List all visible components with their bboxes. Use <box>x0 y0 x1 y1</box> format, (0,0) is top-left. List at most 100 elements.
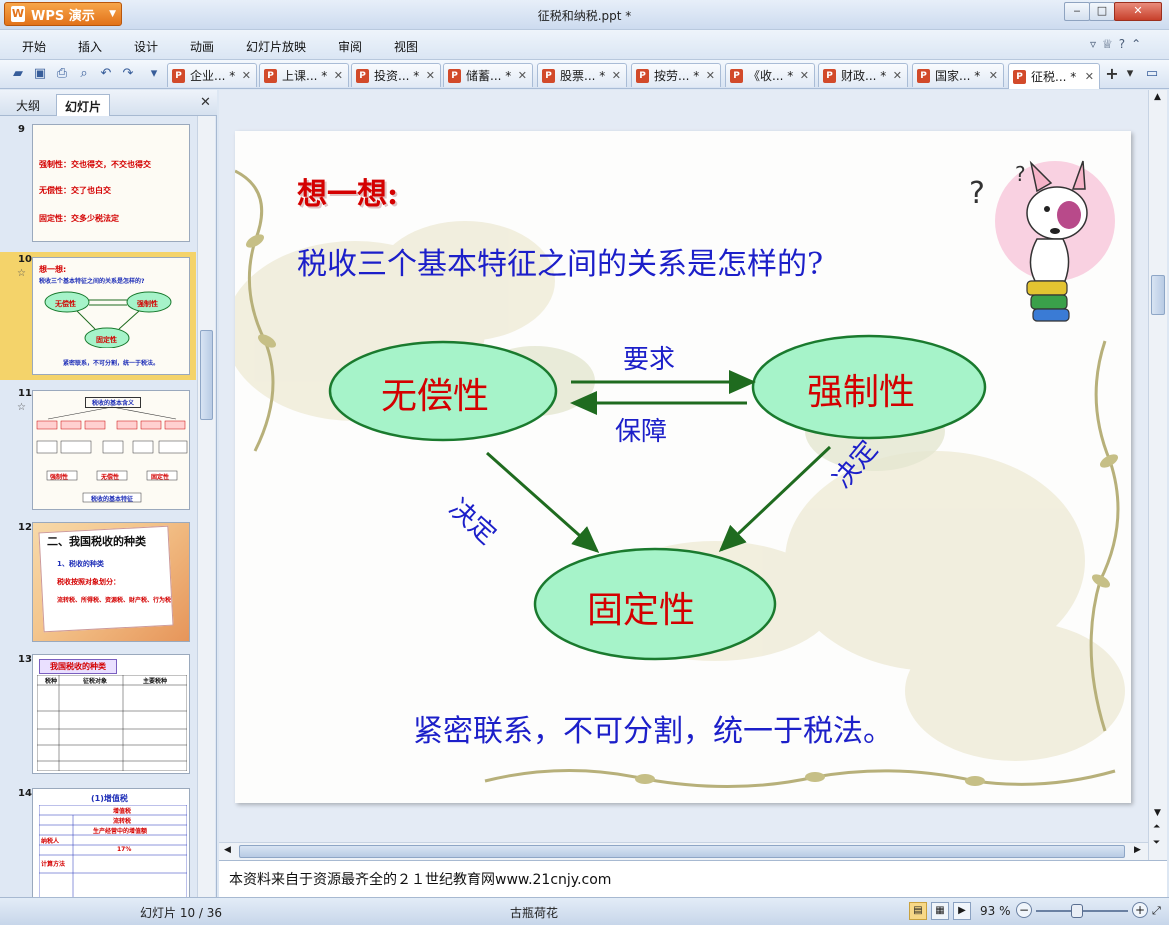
close-tab-icon[interactable]: ✕ <box>989 69 998 82</box>
thumbnail-item[interactable]: 13 我国税收的种类 税种 征税对象 主要税种 <box>0 652 196 780</box>
doc-tab-10-active[interactable]: P 征税... * ✕ <box>1008 63 1100 89</box>
chevron-down-icon[interactable]: ▿ <box>1090 37 1102 51</box>
close-tab-icon[interactable]: ✕ <box>1085 70 1094 83</box>
close-tab-icon[interactable]: ✕ <box>242 69 251 82</box>
help-icon[interactable]: ? <box>1119 37 1131 51</box>
next-slide-icon[interactable]: ⏷ <box>1153 838 1160 848</box>
tab-slides[interactable]: 幻灯片 <box>56 94 111 116</box>
maximize-button[interactable]: □ <box>1089 2 1115 21</box>
new-tab-icon[interactable]: + <box>1104 66 1120 82</box>
toolbar-dropdown-icon[interactable]: ▾ <box>146 66 162 82</box>
doc-tab-1[interactable]: P 企业... * ✕ <box>167 63 257 87</box>
close-tab-icon[interactable]: ✕ <box>800 69 809 82</box>
close-tab-icon[interactable]: ✕ <box>426 69 435 82</box>
collapse-icon[interactable]: ⌃ <box>1131 37 1147 51</box>
menu-insert[interactable]: 插入 <box>78 38 102 55</box>
layout-icon[interactable]: ▭ <box>1144 66 1160 82</box>
open-folder-icon[interactable]: ▰ <box>10 66 26 82</box>
thumbnail-text: 无偿性：交了也白交 <box>39 186 111 195</box>
status-bar: 幻灯片 10 / 36 古瓶荷花 ▤ ▦ ▶ 93 % − + ⤢ <box>0 897 1169 925</box>
print-preview-icon[interactable]: ⌕ <box>76 66 92 82</box>
print-icon[interactable]: ⎙ <box>54 66 70 82</box>
normal-view-button[interactable]: ▤ <box>909 902 927 920</box>
close-tab-icon[interactable]: ✕ <box>893 69 902 82</box>
thumbnail-number: 10 <box>18 254 32 265</box>
skin-icon[interactable]: ♕ <box>1102 37 1119 51</box>
fit-window-icon[interactable]: ⤢ <box>1152 904 1161 918</box>
thumbnail-item-selected[interactable]: 10 ☆ 想一想: 税收三个基本特征之间的关系是怎样的? 无偿性 强制性 固定性… <box>0 252 196 380</box>
arrow-decide-right <box>718 445 832 553</box>
slide-panel: 大纲 幻灯片 ✕ 9 强制性：交也得交，不交也得交 无偿性：交了也白交 固定性：… <box>0 90 217 897</box>
menu-right-icons: ▿♕?⌃ <box>1090 37 1147 51</box>
close-window-button[interactable]: ✕ <box>1114 2 1162 21</box>
doc-tab-2[interactable]: P 上课... * ✕ <box>259 63 349 87</box>
undo-icon[interactable]: ↶ <box>98 66 114 82</box>
thumbnail-slide-14[interactable]: (1)增值税 增值税 流转税 生产经营中的增值额 纳税人 17% 计算方法 <box>32 788 190 897</box>
close-tab-icon[interactable]: ✕ <box>518 69 527 82</box>
scroll-down-icon[interactable]: ▼ <box>1154 808 1161 818</box>
arrow-decide-left <box>486 451 600 553</box>
thumbnail-text: 强制性 <box>50 474 69 481</box>
scroll-up-icon[interactable]: ▲ <box>1154 92 1161 102</box>
thumbnail-slide-13[interactable]: 我国税收的种类 税种 征税对象 主要税种 <box>32 654 190 774</box>
menu-review[interactable]: 审阅 <box>338 38 362 55</box>
thumbnail-slide-11[interactable]: 税收的基本含义 强制性 无偿性 固定性 税收的基本特征 <box>32 390 190 510</box>
notes-text[interactable]: 本资料来自于资源最齐全的２１世纪教育网www.21cnjy.com <box>229 869 611 889</box>
panel-scrollbar[interactable] <box>197 116 215 897</box>
close-tab-icon[interactable]: ✕ <box>334 69 343 82</box>
save-icon[interactable]: ▣ <box>32 66 48 82</box>
thumbnail-text: 想一想: <box>39 265 67 274</box>
menu-view[interactable]: 视图 <box>394 38 418 55</box>
thumbnail-text: 无偿性 <box>101 474 120 481</box>
menu-slideshow[interactable]: 幻灯片放映 <box>246 38 306 55</box>
minimize-button[interactable]: ‒ <box>1064 2 1090 21</box>
scroll-left-icon[interactable]: ◀ <box>224 845 231 855</box>
node-wuchangxing: 无偿性 <box>381 376 490 417</box>
tab-list-icon[interactable]: ▾ <box>1122 66 1138 82</box>
editor-horizontal-scrollbar[interactable]: ◀ ▶ <box>219 842 1148 860</box>
zoom-in-button[interactable]: + <box>1132 902 1148 918</box>
editor-scroll-thumb[interactable] <box>1151 275 1165 315</box>
ppt-file-icon: P <box>730 68 743 83</box>
thumbnail-text: 无偿性 <box>55 300 76 308</box>
thumbnail-text: 流转税 <box>113 818 132 825</box>
close-panel-icon[interactable]: ✕ <box>200 95 211 110</box>
ppt-file-icon: P <box>542 68 555 83</box>
thumbnail-item[interactable]: 11 ☆ 税收的基本含义 强制性 无偿性 固定性 税收的基本特征 <box>0 386 196 514</box>
thumbnail-item[interactable]: 9 强制性：交也得交，不交也得交 无偿性：交了也白交 固定性：交多少税法定 <box>0 122 196 244</box>
thumbnail-text: 紧密联系，不可分割，统一于税法。 <box>63 360 160 367</box>
doc-tab-7[interactable]: P 《收... * ✕ <box>725 63 815 87</box>
previous-slide-icon[interactable]: ⏶ <box>1153 822 1160 832</box>
thumbnail-item[interactable]: 12 二、我国税收的种类 1、税收的种类 税收按照对象划分： 流转税、所得税、资… <box>0 520 196 646</box>
ppt-file-icon: P <box>1013 69 1026 84</box>
slide-sorter-view-button[interactable]: ▦ <box>931 902 949 920</box>
menu-design[interactable]: 设计 <box>134 38 158 55</box>
label-guarantee: 保障 <box>615 417 668 447</box>
panel-scroll-thumb[interactable] <box>200 330 213 420</box>
horizontal-scroll-thumb[interactable] <box>239 845 1125 858</box>
doc-tab-6[interactable]: P 按劳... * ✕ <box>631 63 721 87</box>
thumbnail-slide-12[interactable]: 二、我国税收的种类 1、税收的种类 税收按照对象划分： 流转税、所得税、资源税、… <box>32 522 190 642</box>
notes-pane[interactable]: 本资料来自于资源最齐全的２１世纪教育网www.21cnjy.com <box>219 860 1167 897</box>
menu-animation[interactable]: 动画 <box>190 38 214 55</box>
thumbnail-slide-9[interactable]: 强制性：交也得交，不交也得交 无偿性：交了也白交 固定性：交多少税法定 <box>32 124 190 242</box>
editor-vertical-scrollbar[interactable]: ▲ ▼ ⏶ ⏷ <box>1148 90 1167 860</box>
redo-icon[interactable]: ↷ <box>120 66 136 82</box>
slideshow-view-button[interactable]: ▶ <box>953 902 971 920</box>
zoom-out-button[interactable]: − <box>1016 902 1032 918</box>
slide-canvas[interactable]: ? ? 想一想: 税收三个基本特征之间的关系是怎样的? 无偿性 强制性 固定性 … <box>235 131 1131 803</box>
zoom-slider-knob[interactable] <box>1071 904 1083 918</box>
thumbnail-text: 二、我国税收的种类 <box>47 535 146 548</box>
doc-tab-5[interactable]: P 股票... * ✕ <box>537 63 627 87</box>
doc-tab-8[interactable]: P 财政... * ✕ <box>818 63 908 87</box>
scroll-right-icon[interactable]: ▶ <box>1134 845 1141 855</box>
doc-tab-3[interactable]: P 投资... * ✕ <box>351 63 441 87</box>
doc-tab-9[interactable]: P 国家... * ✕ <box>912 63 1004 87</box>
tab-outline[interactable]: 大纲 <box>8 94 48 116</box>
thumbnail-slide-10[interactable]: 想一想: 税收三个基本特征之间的关系是怎样的? 无偿性 强制性 固定性 紧密联系… <box>32 257 190 375</box>
close-tab-icon[interactable]: ✕ <box>706 69 715 82</box>
doc-tab-4[interactable]: P 储蓄... * ✕ <box>443 63 533 87</box>
menu-home[interactable]: 开始 <box>22 38 46 55</box>
thumbnail-item[interactable]: 14 (1)增值税 增值税 流转税 生产经营中的增值额 纳税人 17% 计算方法 <box>0 786 196 897</box>
close-tab-icon[interactable]: ✕ <box>612 69 621 82</box>
